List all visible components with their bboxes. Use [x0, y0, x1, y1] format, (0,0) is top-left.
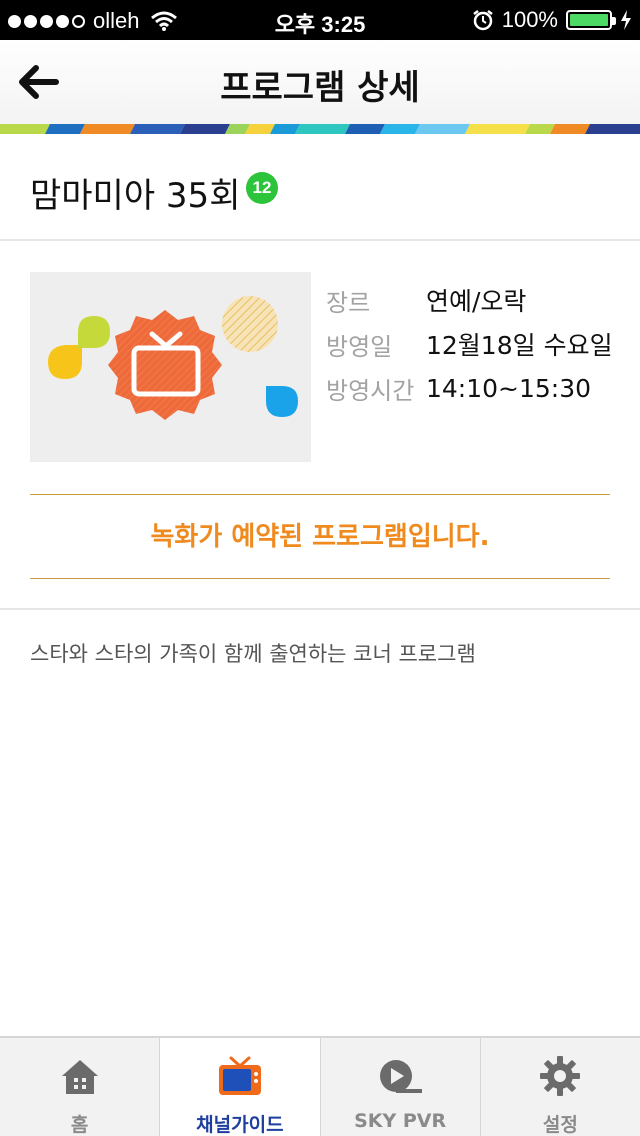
- status-bar: olleh 오후 3:25 100%: [0, 0, 640, 40]
- airtime-label: 방영시간: [326, 376, 415, 405]
- page-title: 프로그램 상세: [220, 68, 420, 108]
- program-info: 장르 연예/오락 방영일 12월18일 수요일 방영시간 14:10~15:30: [326, 278, 613, 410]
- pvr-icon: [380, 1060, 423, 1093]
- airtime-value: 14:10~15:30: [426, 373, 592, 403]
- tab-sky-pvr[interactable]: SKY PVR: [321, 1038, 481, 1136]
- tab-bar: 홈 채널가이드 SKY PVR 설정: [0, 1036, 640, 1136]
- tab-channel-guide[interactable]: 채널가이드: [160, 1038, 321, 1136]
- decorative-color-stripe: [0, 124, 640, 134]
- tv-icon: [218, 1056, 261, 1095]
- yellow-drop-shape: [48, 345, 82, 379]
- tab-home-label: 홈: [70, 1114, 89, 1136]
- divider: [0, 608, 640, 610]
- age-rating-badge: 12: [246, 172, 278, 204]
- recording-reserved-notice: 녹화가 예약된 프로그램입니다.: [30, 494, 610, 579]
- airdate-row: 방영일 12월18일 수요일: [326, 322, 613, 366]
- genre-row: 장르 연예/오락: [326, 278, 613, 322]
- blue-drop-shape: [266, 386, 298, 417]
- gear-icon: [540, 1056, 581, 1096]
- airtime-row: 방영시간 14:10~15:30: [326, 366, 613, 410]
- tab-settings-label: 설정: [542, 1114, 578, 1136]
- charging-icon: [621, 10, 631, 30]
- airdate-label: 방영일: [326, 332, 393, 361]
- tab-home[interactable]: 홈: [0, 1038, 161, 1136]
- tab-channel-guide-label: 채널가이드: [196, 1114, 284, 1136]
- nav-bar: 프로그램 상세: [0, 40, 640, 124]
- battery-percent: 100%: [501, 7, 558, 32]
- tab-sky-pvr-label: SKY PVR: [354, 1110, 447, 1132]
- status-right: 100%: [472, 7, 632, 33]
- program-title: 맘마미아 35회: [30, 176, 241, 216]
- alarm-icon: [472, 10, 493, 31]
- battery-level: [570, 14, 608, 26]
- airdate-value: 12월18일 수요일: [426, 331, 613, 360]
- home-icon: [61, 1060, 98, 1094]
- genre-value: 연예/오락: [426, 287, 527, 316]
- program-thumbnail: [30, 272, 311, 462]
- battery-icon: [566, 10, 616, 30]
- striped-circle-shape: [222, 296, 278, 352]
- tab-settings[interactable]: 설정: [481, 1038, 640, 1136]
- green-drop-shape: [78, 316, 110, 348]
- program-description: 스타와 스타의 가족이 함께 출연하는 코너 프로그램: [30, 642, 476, 666]
- genre-label: 장르: [326, 288, 371, 317]
- program-title-row: 맘마미아 35회: [0, 134, 640, 241]
